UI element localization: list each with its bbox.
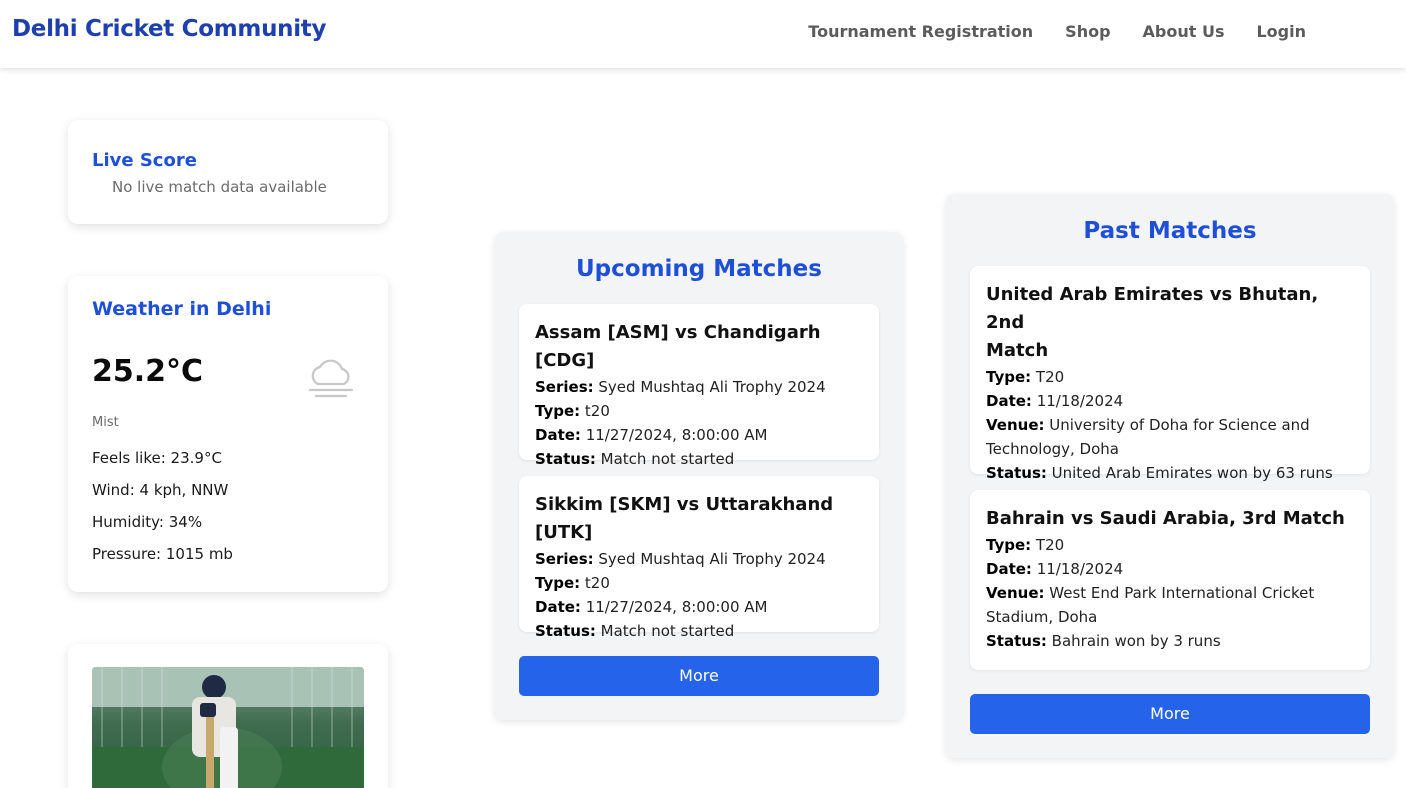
brand-logo-link[interactable]: Delhi Cricket Community (12, 16, 327, 42)
nav-shop[interactable]: Shop (1065, 22, 1110, 41)
venue-label: Venue: (986, 416, 1045, 434)
match-title: Bahrain vs Saudi Arabia, 3rd Match (986, 508, 1345, 529)
status-value: Match not started (600, 622, 735, 640)
status-value: Match not started (600, 450, 735, 468)
weather-card: Weather in Delhi 25.2°C Mist Feels like:… (68, 276, 388, 592)
type-label: Type: (535, 402, 581, 420)
status-label: Status: (986, 632, 1047, 650)
nav-login[interactable]: Login (1256, 22, 1306, 41)
upcoming-matches-panel: Upcoming Matches Assam [ASM] vs Chandiga… (495, 232, 903, 720)
venue-value: University of Doha for Science and (1049, 416, 1310, 434)
type-value: T20 (1035, 536, 1065, 554)
status-label: Status: (986, 464, 1047, 482)
photo-card (68, 644, 388, 788)
live-score-card: Live Score No live match data available (68, 120, 388, 224)
nav-tournament-registration[interactable]: Tournament Registration (808, 22, 1033, 41)
past-match-card[interactable]: United Arab Emirates vs Bhutan, 2nd Matc… (970, 266, 1370, 482)
venue-value: West End Park International Cricket (1049, 584, 1315, 602)
match-title: Sikkim [SKM] vs Uttarakhand [UTK] (535, 494, 834, 543)
date-label: Date: (535, 426, 581, 444)
upcoming-more-button[interactable]: More (519, 656, 879, 696)
match-title-line-1: United Arab Emirates vs Bhutan, 2nd (986, 284, 1319, 333)
date-value: 11/27/2024, 8:00:00 AM (585, 598, 768, 616)
date-label: Date: (986, 392, 1032, 410)
live-score-title: Live Score (92, 150, 197, 171)
weather-wind: Wind: 4 kph, NNW (92, 481, 229, 499)
date-value: 11/18/2024 (1036, 392, 1124, 410)
top-navbar: Delhi Cricket Community Tournament Regis… (0, 0, 1406, 68)
date-label: Date: (986, 560, 1032, 578)
venue-label: Venue: (986, 584, 1045, 602)
series-value: Syed Mushtaq Ali Trophy 2024 (598, 378, 826, 396)
weather-temperature: 25.2°C (92, 354, 204, 389)
upcoming-match-card[interactable]: Sikkim [SKM] vs Uttarakhand [UTK] Series… (519, 476, 879, 640)
status-label: Status: (535, 450, 596, 468)
date-value: 11/27/2024, 8:00:00 AM (585, 426, 768, 444)
cricket-batsman-photo (92, 667, 364, 788)
type-label: Type: (986, 536, 1032, 554)
weather-feels-like: Feels like: 23.9°C (92, 449, 222, 467)
type-value: t20 (584, 574, 610, 592)
weather-condition: Mist (92, 415, 119, 430)
nav-about-us[interactable]: About Us (1143, 22, 1225, 41)
live-score-message: No live match data available (112, 178, 327, 196)
status-value: Bahrain won by 3 runs (1051, 632, 1221, 650)
upcoming-match-card[interactable]: Assam [ASM] vs Chandigarh [CDG] Series: … (519, 304, 879, 468)
venue-value-continued: Technology, Doha (986, 440, 1119, 458)
weather-title: Weather in Delhi (92, 298, 272, 320)
past-match-card[interactable]: Bahrain vs Saudi Arabia, 3rd Match Type:… (970, 490, 1370, 670)
past-more-button[interactable]: More (970, 694, 1370, 734)
series-value: Syed Mushtaq Ali Trophy 2024 (598, 550, 826, 568)
match-title: Assam [ASM] vs Chandigarh [CDG] (535, 322, 821, 371)
type-value: t20 (584, 402, 610, 420)
cloud-fog-icon (308, 359, 354, 398)
weather-pressure: Pressure: 1015 mb (92, 545, 233, 563)
series-label: Series: (535, 378, 594, 396)
type-label: Type: (986, 368, 1032, 386)
type-label: Type: (535, 574, 581, 592)
date-value: 11/18/2024 (1036, 560, 1124, 578)
match-title-line-2: Match (986, 340, 1049, 361)
past-matches-panel: Past Matches United Arab Emirates vs Bhu… (946, 194, 1394, 758)
status-value: United Arab Emirates won by 63 runs (1051, 464, 1333, 482)
weather-humidity: Humidity: 34% (92, 513, 203, 531)
type-value: T20 (1035, 368, 1065, 386)
upcoming-matches-title: Upcoming Matches (576, 256, 822, 282)
venue-value-continued: Stadium, Doha (986, 608, 1098, 626)
date-label: Date: (535, 598, 581, 616)
past-matches-title: Past Matches (1083, 218, 1257, 244)
series-label: Series: (535, 550, 594, 568)
status-label: Status: (535, 622, 596, 640)
main-nav: Tournament Registration Shop About Us Lo… (808, 22, 1306, 41)
